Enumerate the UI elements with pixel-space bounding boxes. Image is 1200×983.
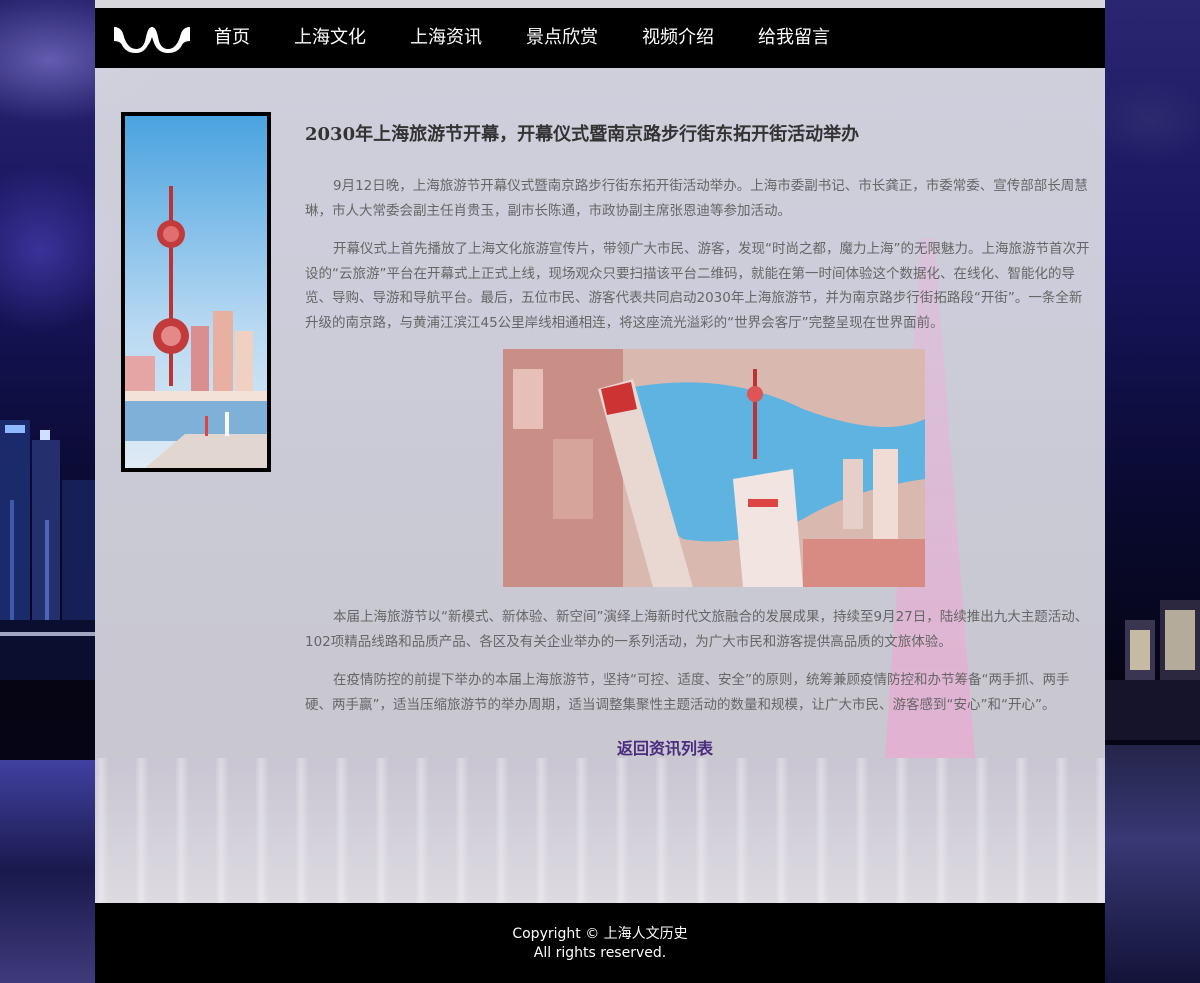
footer-rights: All rights reserved. [533,945,667,961]
back-to-news-list-link[interactable]: 返回资讯列表 [235,735,1095,759]
top-strip [95,0,1105,8]
skyline-right-image [1105,600,1200,740]
side-photo-pearl-tower [121,112,271,472]
main-nav: 首页 上海文化 上海资讯 景点欣赏 视频介绍 给我留言 [214,8,874,68]
water-reflection-left [0,760,95,983]
water-reflection-right [1105,745,1200,983]
page-container: 首页 上海文化 上海资讯 景点欣赏 视频介绍 给我留言 2030年上海旅游节开幕… [95,8,1105,983]
nav-item-leave-message[interactable]: 给我留言 [758,8,830,68]
article-title: 2030年上海旅游节开幕，开幕仪式暨南京路步行街东拓开街活动举办 [305,124,860,145]
skyline-left-image [0,420,95,680]
article-paragraph-3: 本届上海旅游节以“新模式、新体验、新空间”演绎上海新时代文旅融合的发展成果，持续… [305,609,1089,650]
site-logo[interactable] [112,23,192,53]
nav-item-scenic-spots[interactable]: 景点欣赏 [526,8,598,68]
article-photo-city-aerial [503,349,925,587]
nav-item-shanghai-news[interactable]: 上海资讯 [410,8,482,68]
site-header: 首页 上海文化 上海资讯 景点欣赏 视频介绍 给我留言 [95,8,1105,68]
article-paragraph-4: 在疫情防控的前提下举办的本届上海旅游节，坚持“可控、适度、安全”的原则，统筹兼顾… [305,672,1070,713]
nav-item-home[interactable]: 首页 [214,8,250,68]
background-reflection [95,758,1105,903]
article-paragraph-2: 开幕仪式上首先播放了上海文化旅游宣传片，带领广大市民、游客，发现“时尚之都，魔力… [305,241,1090,331]
site-footer: Copyright © 上海人文历史 All rights reserved. [95,903,1105,983]
nav-item-shanghai-culture[interactable]: 上海文化 [294,8,366,68]
nav-item-video-intro[interactable]: 视频介绍 [642,8,714,68]
news-article: 2030年上海旅游节开幕，开幕仪式暨南京路步行街东拓开街活动举办 9月12日晚，… [305,108,1095,759]
main-content: 2030年上海旅游节开幕，开幕仪式暨南京路步行街东拓开街活动举办 9月12日晚，… [95,68,1105,903]
footer-copyright: Copyright © 上海人文历史 [512,926,688,942]
article-paragraph-1: 9月12日晚，上海旅游节开幕仪式暨南京路步行街东拓开街活动举办。上海市委副书记、… [305,178,1088,219]
